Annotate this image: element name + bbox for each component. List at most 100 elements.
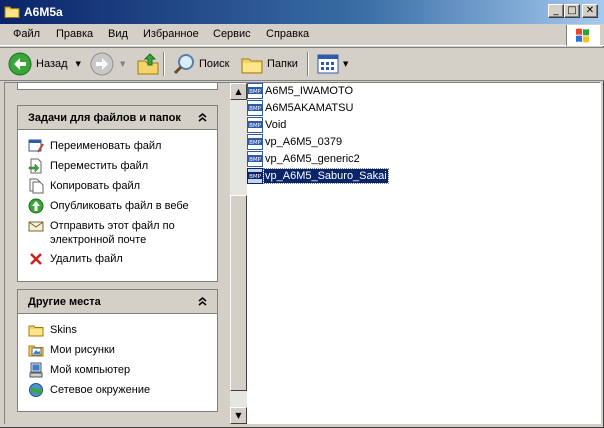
up-folder-icon xyxy=(137,53,159,75)
back-dropdown-icon[interactable]: ▼ xyxy=(76,60,81,68)
bmp-file-icon: BMP xyxy=(247,168,263,184)
file-tasks-header[interactable]: Задачи для файлов и папок xyxy=(18,106,217,130)
search-button[interactable]: Поиск xyxy=(172,51,229,77)
task-pane-scrollbar[interactable]: ▲ ▼ xyxy=(230,83,247,424)
title-bar[interactable]: A6M5a _ □ ✕ xyxy=(0,0,604,24)
content-area: Задачи для файлов и папок Переименовать … xyxy=(4,82,601,424)
menu-help[interactable]: Справка xyxy=(266,28,309,40)
up-folder-button[interactable] xyxy=(136,51,160,77)
other-places-panel: Другие места Skins Мои рисунки Мой компь… xyxy=(17,289,218,412)
task-delete[interactable]: Удалить файл xyxy=(28,251,217,267)
file-tasks-panel: Задачи для файлов и папок Переименовать … xyxy=(17,105,218,282)
bmp-badge: BMP xyxy=(249,157,262,163)
menu-favorites[interactable]: Избранное xyxy=(143,28,199,40)
file-item[interactable]: BMP vp_A6M5_0379 xyxy=(247,134,343,150)
rename-icon xyxy=(28,139,44,153)
publish-web-icon xyxy=(28,198,44,214)
file-name: A6M5AKAMATSU xyxy=(265,102,354,114)
maximize-button[interactable]: □ xyxy=(564,4,580,18)
bmp-file-icon: BMP xyxy=(247,100,263,116)
task-rename[interactable]: Переименовать файл xyxy=(28,138,217,154)
bmp-badge: BMP xyxy=(249,106,262,112)
details-panel-remnant xyxy=(17,83,218,90)
file-item[interactable]: BMP Void xyxy=(247,117,287,133)
search-icon xyxy=(173,54,194,75)
toolbar-separator xyxy=(163,52,165,76)
file-item[interactable]: BMP A6M5AKAMATSU xyxy=(247,100,354,116)
task-label: Переместить файл xyxy=(50,160,149,172)
file-tasks-body: Переименовать файл Переместить файл Копи… xyxy=(18,130,217,281)
scroll-up-button[interactable]: ▲ xyxy=(230,83,247,100)
other-places-title: Другие места xyxy=(28,295,101,308)
bmp-badge: BMP xyxy=(249,89,262,95)
folders-label: Папки xyxy=(267,58,298,70)
task-move[interactable]: Переместить файл xyxy=(28,158,217,174)
toolbar: Назад ▼ ▼ Поиск Папки ▼ xyxy=(0,47,604,81)
folder-icon xyxy=(28,325,44,337)
scroll-down-button[interactable]: ▼ xyxy=(230,407,247,424)
other-places-header[interactable]: Другие места xyxy=(18,290,217,314)
place-label: Сетевое окружение xyxy=(50,384,151,396)
bmp-badge: BMP xyxy=(249,174,262,180)
task-publish[interactable]: Опубликовать файл в вебе xyxy=(28,198,217,214)
task-label: Переименовать файл xyxy=(50,140,162,152)
toolbar-separator xyxy=(307,52,309,76)
explorer-window: A6M5a _ □ ✕ Файл Правка Вид Избранное Се… xyxy=(0,0,604,428)
other-places-body: Skins Мои рисунки Мой компьютер Сетевое … xyxy=(18,314,217,411)
minimize-button[interactable]: _ xyxy=(548,4,564,18)
back-arrow-icon xyxy=(8,52,32,76)
collapse-chevron-icon[interactable] xyxy=(195,294,210,309)
network-icon xyxy=(29,383,43,397)
menu-file[interactable]: Файл xyxy=(13,28,40,40)
file-name: vp_A6M5_generic2 xyxy=(265,153,360,165)
collapse-chevron-icon[interactable] xyxy=(195,110,210,125)
forward-dropdown-icon[interactable]: ▼ xyxy=(120,60,125,68)
my-pictures-icon xyxy=(28,345,44,357)
my-computer-icon xyxy=(29,362,43,378)
scroll-thumb[interactable] xyxy=(230,195,247,391)
delete-icon xyxy=(30,253,42,265)
bmp-file-icon: BMP xyxy=(247,151,263,167)
windows-logo-icon xyxy=(566,25,600,46)
place-skins[interactable]: Skins xyxy=(28,322,217,338)
folders-button[interactable]: Папки xyxy=(240,51,298,77)
place-my-computer[interactable]: Мой компьютер xyxy=(28,362,217,378)
close-button[interactable]: ✕ xyxy=(582,4,598,18)
menu-edit[interactable]: Правка xyxy=(56,28,93,40)
task-copy[interactable]: Копировать файл xyxy=(28,178,217,194)
file-name: A6M5_IWAMOTO xyxy=(265,85,354,97)
task-label: Опубликовать файл в вебе xyxy=(50,200,189,212)
file-name: vp_A6M5_Saburo_Sakai xyxy=(263,168,389,184)
place-label: Мой компьютер xyxy=(50,364,131,376)
file-tasks-title: Задачи для файлов и папок xyxy=(28,111,181,124)
task-label: Копировать файл xyxy=(50,180,141,192)
views-dropdown-icon[interactable]: ▼ xyxy=(343,60,348,68)
forward-arrow-icon xyxy=(90,52,114,76)
task-pane: Задачи для файлов и папок Переименовать … xyxy=(5,83,230,424)
file-list: BMP A6M5_IWAMOTO BMP A6M5AKAMATSU BMP Vo… xyxy=(247,83,601,424)
bmp-badge: BMP xyxy=(249,140,262,146)
place-my-pictures[interactable]: Мои рисунки xyxy=(28,342,217,358)
copy-icon xyxy=(29,178,44,194)
window-title: A6M5a xyxy=(24,5,63,19)
bmp-badge: BMP xyxy=(249,123,262,129)
move-icon xyxy=(28,158,42,174)
menu-tools[interactable]: Сервис xyxy=(213,28,251,40)
menu-bar: Файл Правка Вид Избранное Сервис Справка xyxy=(0,24,604,46)
file-name: Void xyxy=(265,119,287,131)
bmp-file-icon: BMP xyxy=(247,117,263,133)
file-item-selected[interactable]: BMP vp_A6M5_Saburo_Sakai xyxy=(247,168,389,184)
email-icon xyxy=(28,221,44,232)
file-item[interactable]: BMP A6M5_IWAMOTO xyxy=(247,83,354,99)
task-email[interactable]: Отправить этот файл по электронной почте xyxy=(28,218,217,247)
place-label: Skins xyxy=(50,324,77,336)
task-label: Удалить файл xyxy=(50,253,123,265)
views-button[interactable]: ▼ xyxy=(316,51,348,77)
menu-view[interactable]: Вид xyxy=(108,28,128,40)
task-label: Отправить этот файл по электронной почте xyxy=(50,220,175,246)
back-button[interactable]: Назад ▼ xyxy=(8,51,81,77)
place-network[interactable]: Сетевое окружение xyxy=(28,382,217,398)
views-icon xyxy=(317,54,339,74)
forward-button[interactable]: ▼ xyxy=(90,51,125,77)
file-item[interactable]: BMP vp_A6M5_generic2 xyxy=(247,151,361,167)
